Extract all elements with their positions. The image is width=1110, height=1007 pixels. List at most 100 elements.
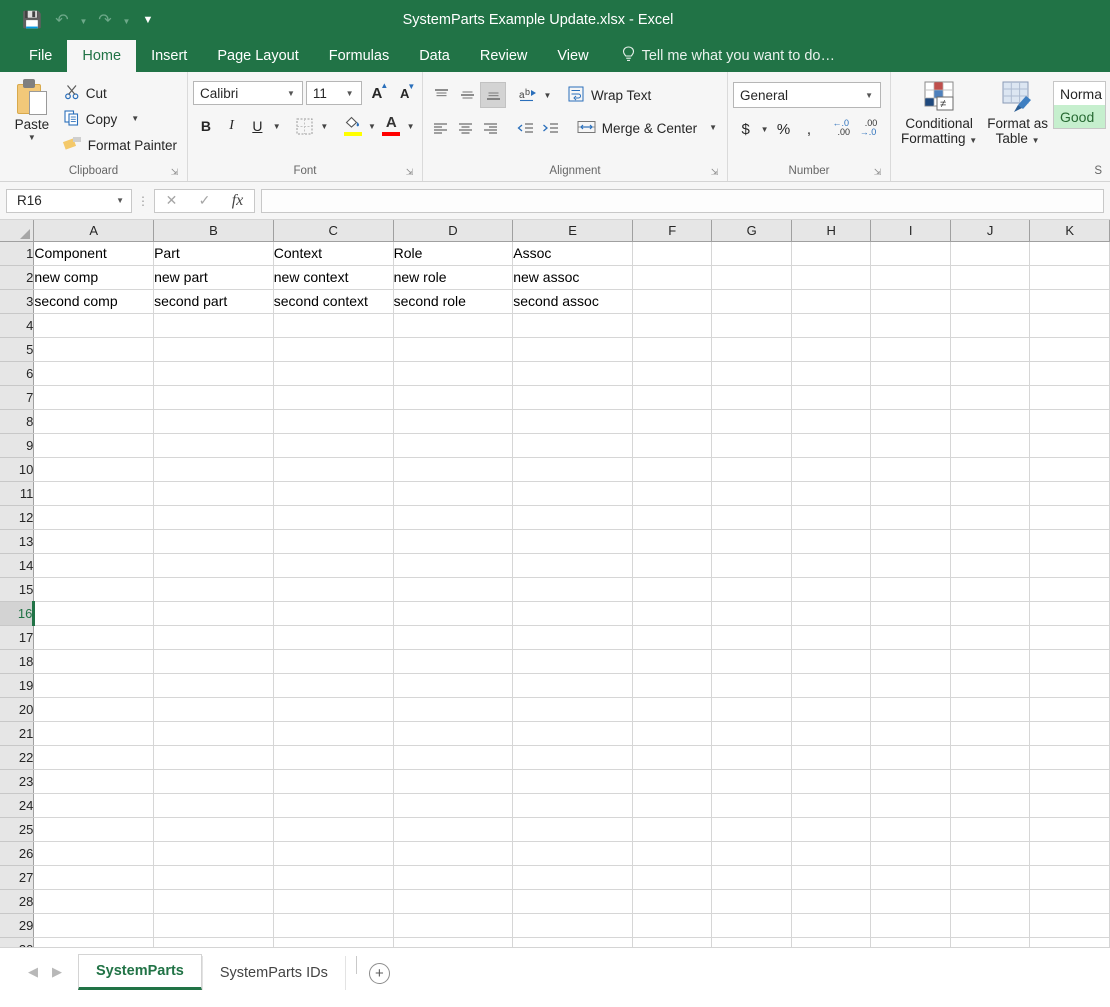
cell-H27[interactable] xyxy=(791,865,872,890)
underline-button[interactable]: U xyxy=(245,113,271,139)
cell-K15[interactable] xyxy=(1029,577,1110,602)
column-header-f[interactable]: F xyxy=(632,220,713,242)
cell-E24[interactable] xyxy=(512,793,633,818)
column-header-k[interactable]: K xyxy=(1029,220,1110,242)
cell-D29[interactable] xyxy=(393,913,514,938)
cell-G7[interactable] xyxy=(711,385,792,410)
cell-B9[interactable] xyxy=(153,433,274,458)
cell-D9[interactable] xyxy=(393,433,514,458)
row-header-17[interactable]: 17 xyxy=(0,625,35,650)
cell-E10[interactable] xyxy=(512,457,633,482)
cell-J20[interactable] xyxy=(950,697,1031,722)
cell-E27[interactable] xyxy=(512,865,633,890)
cell-C29[interactable] xyxy=(273,913,394,938)
cell-I3[interactable] xyxy=(870,289,951,314)
cell-F11[interactable] xyxy=(632,481,713,506)
cell-I12[interactable] xyxy=(870,505,951,530)
cell-A8[interactable] xyxy=(33,409,155,434)
row-header-26[interactable]: 26 xyxy=(0,841,35,866)
cell-J26[interactable] xyxy=(950,841,1031,866)
cell-A14[interactable] xyxy=(33,553,155,578)
cell-G13[interactable] xyxy=(711,529,792,554)
cell-G21[interactable] xyxy=(711,721,792,746)
cell-D2[interactable]: new role xyxy=(393,265,514,290)
cell-F9[interactable] xyxy=(632,433,713,458)
conditional-formatting-button[interactable]: ≠ Conditional Formatting ▼ xyxy=(896,78,982,160)
cell-H28[interactable] xyxy=(791,889,872,914)
cell-C13[interactable] xyxy=(273,529,394,554)
cell-A3[interactable]: second comp xyxy=(33,289,155,314)
cell-B5[interactable] xyxy=(153,337,274,362)
cell-C21[interactable] xyxy=(273,721,394,746)
cell-A25[interactable] xyxy=(33,817,155,842)
cell-K21[interactable] xyxy=(1029,721,1110,746)
cell-F24[interactable] xyxy=(632,793,713,818)
cell-G27[interactable] xyxy=(711,865,792,890)
cell-F5[interactable] xyxy=(632,337,713,362)
cell-I11[interactable] xyxy=(870,481,951,506)
orientation-button[interactable]: ab xyxy=(515,82,541,108)
row-header-5[interactable]: 5 xyxy=(0,337,35,362)
cell-F22[interactable] xyxy=(632,745,713,770)
cell-K5[interactable] xyxy=(1029,337,1110,362)
cell-K22[interactable] xyxy=(1029,745,1110,770)
cell-H10[interactable] xyxy=(791,457,872,482)
cell-styles-gallery[interactable]: Norma Good xyxy=(1052,81,1106,129)
cell-I13[interactable] xyxy=(870,529,951,554)
cell-B10[interactable] xyxy=(153,457,274,482)
cell-C19[interactable] xyxy=(273,673,394,698)
cell-C11[interactable] xyxy=(273,481,394,506)
select-all-corner[interactable] xyxy=(0,220,35,242)
align-bottom-button[interactable] xyxy=(480,82,506,108)
cell-B26[interactable] xyxy=(153,841,274,866)
cell-J18[interactable] xyxy=(950,649,1031,674)
cell-I7[interactable] xyxy=(870,385,951,410)
cell-I16[interactable] xyxy=(870,601,951,626)
cell-A1[interactable]: Component xyxy=(33,241,155,266)
cell-K25[interactable] xyxy=(1029,817,1110,842)
cell-E14[interactable] xyxy=(512,553,633,578)
cell-K6[interactable] xyxy=(1029,361,1110,386)
cell-I27[interactable] xyxy=(870,865,951,890)
cell-D13[interactable] xyxy=(393,529,514,554)
cell-E9[interactable] xyxy=(512,433,633,458)
cell-I26[interactable] xyxy=(870,841,951,866)
borders-dropdown-icon[interactable]: ▼ xyxy=(318,113,331,139)
cell-K26[interactable] xyxy=(1029,841,1110,866)
cell-D12[interactable] xyxy=(393,505,514,530)
align-right-button[interactable] xyxy=(478,115,503,141)
cancel-icon[interactable]: ✕ xyxy=(155,190,188,212)
redo-icon[interactable]: ↷ xyxy=(91,7,119,33)
format-as-table-dropdown-icon[interactable]: ▼ xyxy=(1032,136,1040,145)
cell-B12[interactable] xyxy=(153,505,274,530)
tab-file[interactable]: File xyxy=(14,40,67,72)
cell-K16[interactable] xyxy=(1029,601,1110,626)
cell-G25[interactable] xyxy=(711,817,792,842)
cell-A11[interactable] xyxy=(33,481,155,506)
cell-H11[interactable] xyxy=(791,481,872,506)
number-format-dropdown-icon[interactable]: ▼ xyxy=(860,91,877,100)
cell-J21[interactable] xyxy=(950,721,1031,746)
cell-E26[interactable] xyxy=(512,841,633,866)
cell-H21[interactable] xyxy=(791,721,872,746)
font-name-dropdown-icon[interactable]: ▼ xyxy=(282,89,299,98)
clipboard-dialog-launcher-icon[interactable]: ⇲ xyxy=(169,167,180,178)
cell-K8[interactable] xyxy=(1029,409,1110,434)
cell-G20[interactable] xyxy=(711,697,792,722)
add-sheet-button[interactable]: + xyxy=(368,963,390,984)
row-header-2[interactable]: 2 xyxy=(0,265,35,290)
save-icon[interactable]: 💾 xyxy=(18,7,46,33)
column-header-g[interactable]: G xyxy=(711,220,792,242)
cell-C22[interactable] xyxy=(273,745,394,770)
cell-style-normal[interactable]: Norma xyxy=(1053,82,1105,105)
column-header-d[interactable]: D xyxy=(393,220,514,242)
cell-H12[interactable] xyxy=(791,505,872,530)
column-header-a[interactable]: A xyxy=(33,220,155,242)
cell-J8[interactable] xyxy=(950,409,1031,434)
undo-dropdown-icon[interactable]: ▼ xyxy=(78,7,89,33)
cell-G30[interactable] xyxy=(711,937,792,947)
cell-K30[interactable] xyxy=(1029,937,1110,947)
copy-button[interactable]: Copy ▼ xyxy=(59,106,182,132)
cell-J3[interactable] xyxy=(950,289,1031,314)
font-name-input[interactable]: Calibri ▼ xyxy=(193,81,303,105)
